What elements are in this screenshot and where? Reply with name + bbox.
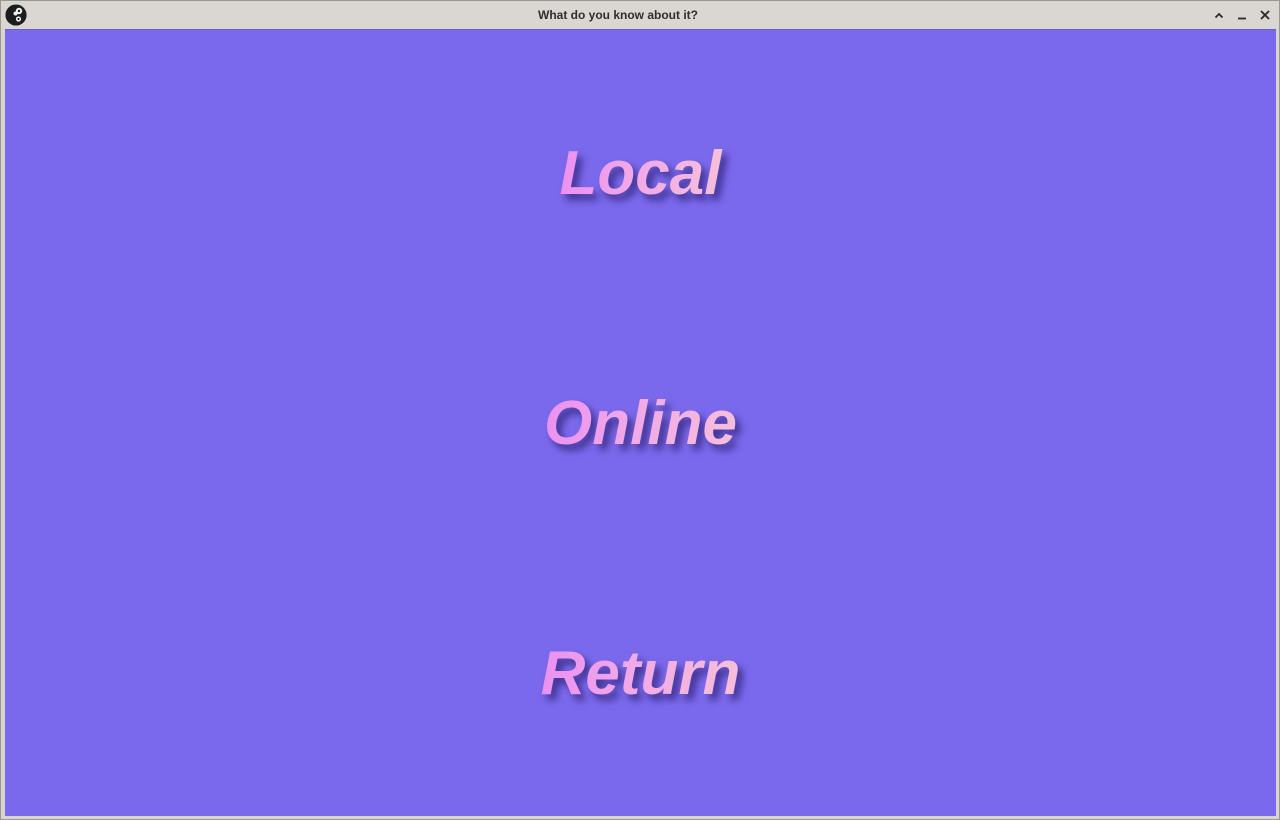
online-label: Online: [534, 389, 747, 459]
local-label: Local: [550, 139, 732, 209]
return-label: Return: [531, 639, 751, 709]
local-button[interactable]: Local: [5, 139, 1276, 209]
minimize-icon[interactable]: [1234, 7, 1250, 23]
online-button[interactable]: Online: [5, 389, 1276, 459]
app-window: What do you know about it? Local Online …: [0, 0, 1280, 820]
return-button[interactable]: Return: [5, 639, 1276, 709]
close-icon[interactable]: [1257, 7, 1273, 23]
window-title: What do you know about it?: [538, 8, 698, 22]
title-bar[interactable]: What do you know about it?: [1, 1, 1279, 29]
menu-screen: Local Online Return: [5, 29, 1276, 816]
maximize-icon[interactable]: [1211, 7, 1227, 23]
